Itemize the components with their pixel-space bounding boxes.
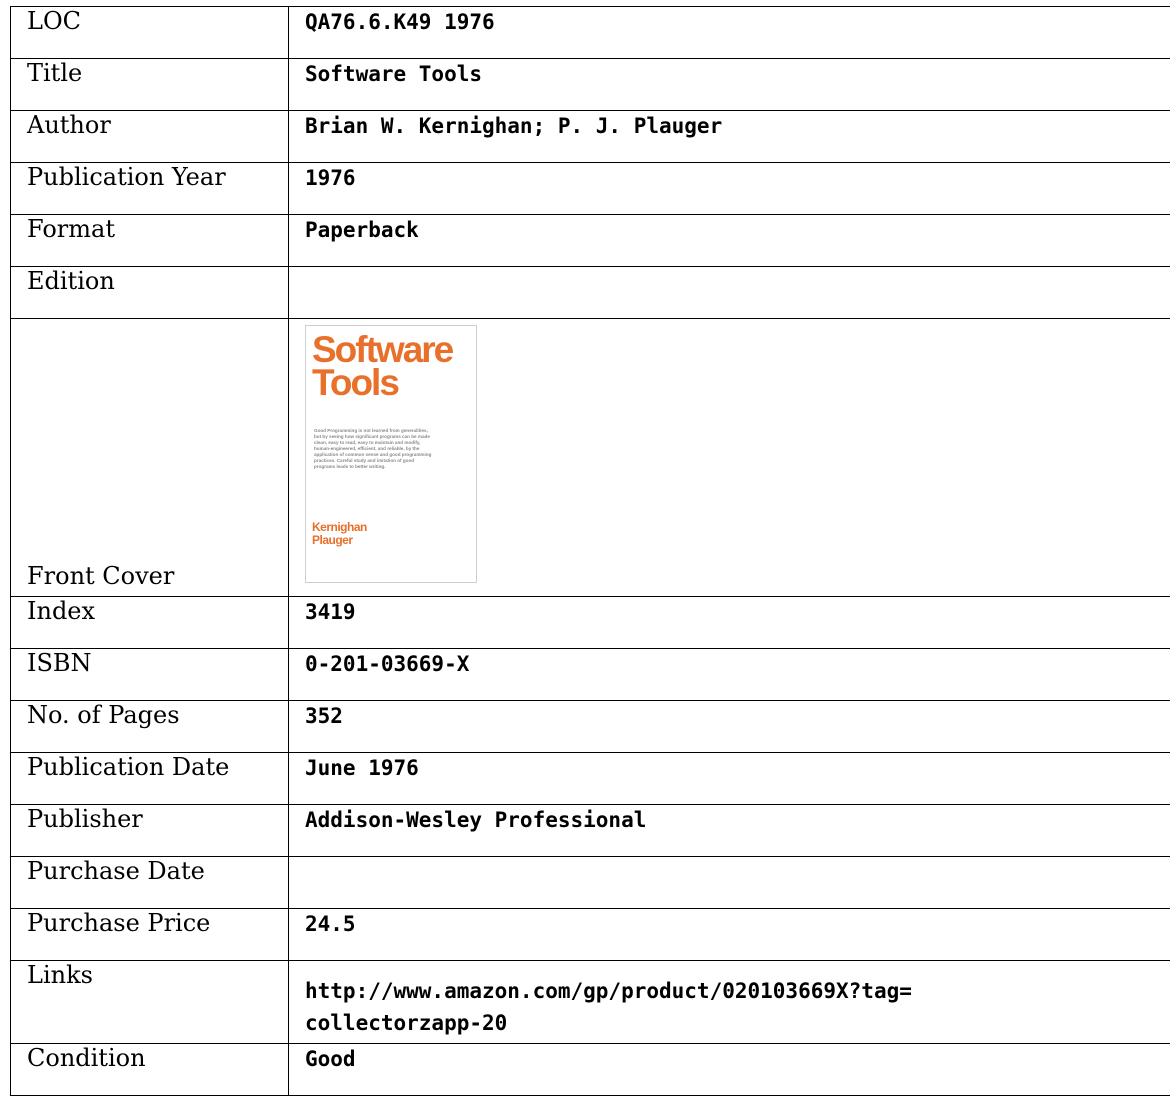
purchase-date-label: Purchase Date — [10, 856, 289, 909]
front-cover-image[interactable]: Software Tools Good Programming is not l… — [305, 325, 477, 583]
publication-date-value: June 1976 — [288, 752, 1170, 805]
edition-value — [288, 266, 1170, 319]
row-edition: Edition — [10, 266, 1170, 319]
publisher-value: Addison-Wesley Professional — [288, 804, 1170, 857]
row-links: Links http://www.amazon.com/gp/product/0… — [10, 960, 1170, 1044]
links-value[interactable]: http://www.amazon.com/gp/product/0201036… — [288, 960, 1170, 1044]
author-label: Author — [10, 110, 289, 163]
title-label: Title — [10, 58, 289, 111]
isbn-value: 0-201-03669-X — [288, 648, 1170, 701]
links-url-line1[interactable]: http://www.amazon.com/gp/product/0201036… — [305, 975, 1159, 1007]
loc-value: QA76.6.K49 1976 — [288, 6, 1170, 59]
format-value: Paperback — [288, 214, 1170, 267]
row-isbn: ISBN 0-201-03669-X — [10, 648, 1170, 701]
format-label: Format — [10, 214, 289, 267]
book-record-table: LOC QA76.6.K49 1976 Title Software Tools… — [10, 6, 1170, 1096]
cover-author2: Plauger — [312, 533, 353, 547]
publication-year-label: Publication Year — [10, 162, 289, 215]
edition-label: Edition — [10, 266, 289, 319]
cover-blurb-box: Good Programming is not learned from gen… — [314, 428, 432, 469]
author-value: Brian W. Kernighan; P. J. Plauger — [288, 110, 1170, 163]
publication-year-value: 1976 — [288, 162, 1170, 215]
row-title: Title Software Tools — [10, 58, 1170, 111]
front-cover-cell: Software Tools Good Programming is not l… — [288, 318, 1170, 597]
index-value: 3419 — [288, 596, 1170, 649]
publisher-label: Publisher — [10, 804, 289, 857]
row-format: Format Paperback — [10, 214, 1170, 267]
purchase-price-value: 24.5 — [288, 908, 1170, 961]
row-index: Index 3419 — [10, 596, 1170, 649]
row-pages: No. of Pages 352 — [10, 700, 1170, 753]
pages-value: 352 — [288, 700, 1170, 753]
row-loc: LOC QA76.6.K49 1976 — [10, 6, 1170, 59]
cover-author1: Kernighan — [312, 520, 367, 534]
pages-label: No. of Pages — [10, 700, 289, 753]
cover-title-line2: Tools — [312, 362, 399, 403]
cover-blurb: Good Programming is not learned from gen… — [314, 428, 432, 469]
row-publication-date: Publication Date June 1976 — [10, 752, 1170, 805]
cover-art: Software Tools Good Programming is not l… — [312, 329, 456, 547]
index-label: Index — [10, 596, 289, 649]
title-value: Software Tools — [288, 58, 1170, 111]
condition-label: Condition — [10, 1043, 289, 1096]
purchase-date-value — [288, 856, 1170, 909]
links-url-line2[interactable]: collectorzapp-20 — [305, 1007, 1159, 1039]
publication-date-label: Publication Date — [10, 752, 289, 805]
row-purchase-price: Purchase Price 24.5 — [10, 908, 1170, 961]
front-cover-label: Front Cover — [10, 318, 289, 597]
isbn-label: ISBN — [10, 648, 289, 701]
purchase-price-label: Purchase Price — [10, 908, 289, 961]
row-purchase-date: Purchase Date — [10, 856, 1170, 909]
row-front-cover: Front Cover Software Tools Good Programm… — [10, 318, 1170, 597]
loc-label: LOC — [10, 6, 289, 59]
row-publication-year: Publication Year 1976 — [10, 162, 1170, 215]
condition-value: Good — [288, 1043, 1170, 1096]
row-publisher: Publisher Addison-Wesley Professional — [10, 804, 1170, 857]
row-condition: Condition Good — [10, 1043, 1170, 1096]
row-author: Author Brian W. Kernighan; P. J. Plauger — [10, 110, 1170, 163]
links-label: Links — [10, 960, 289, 1044]
